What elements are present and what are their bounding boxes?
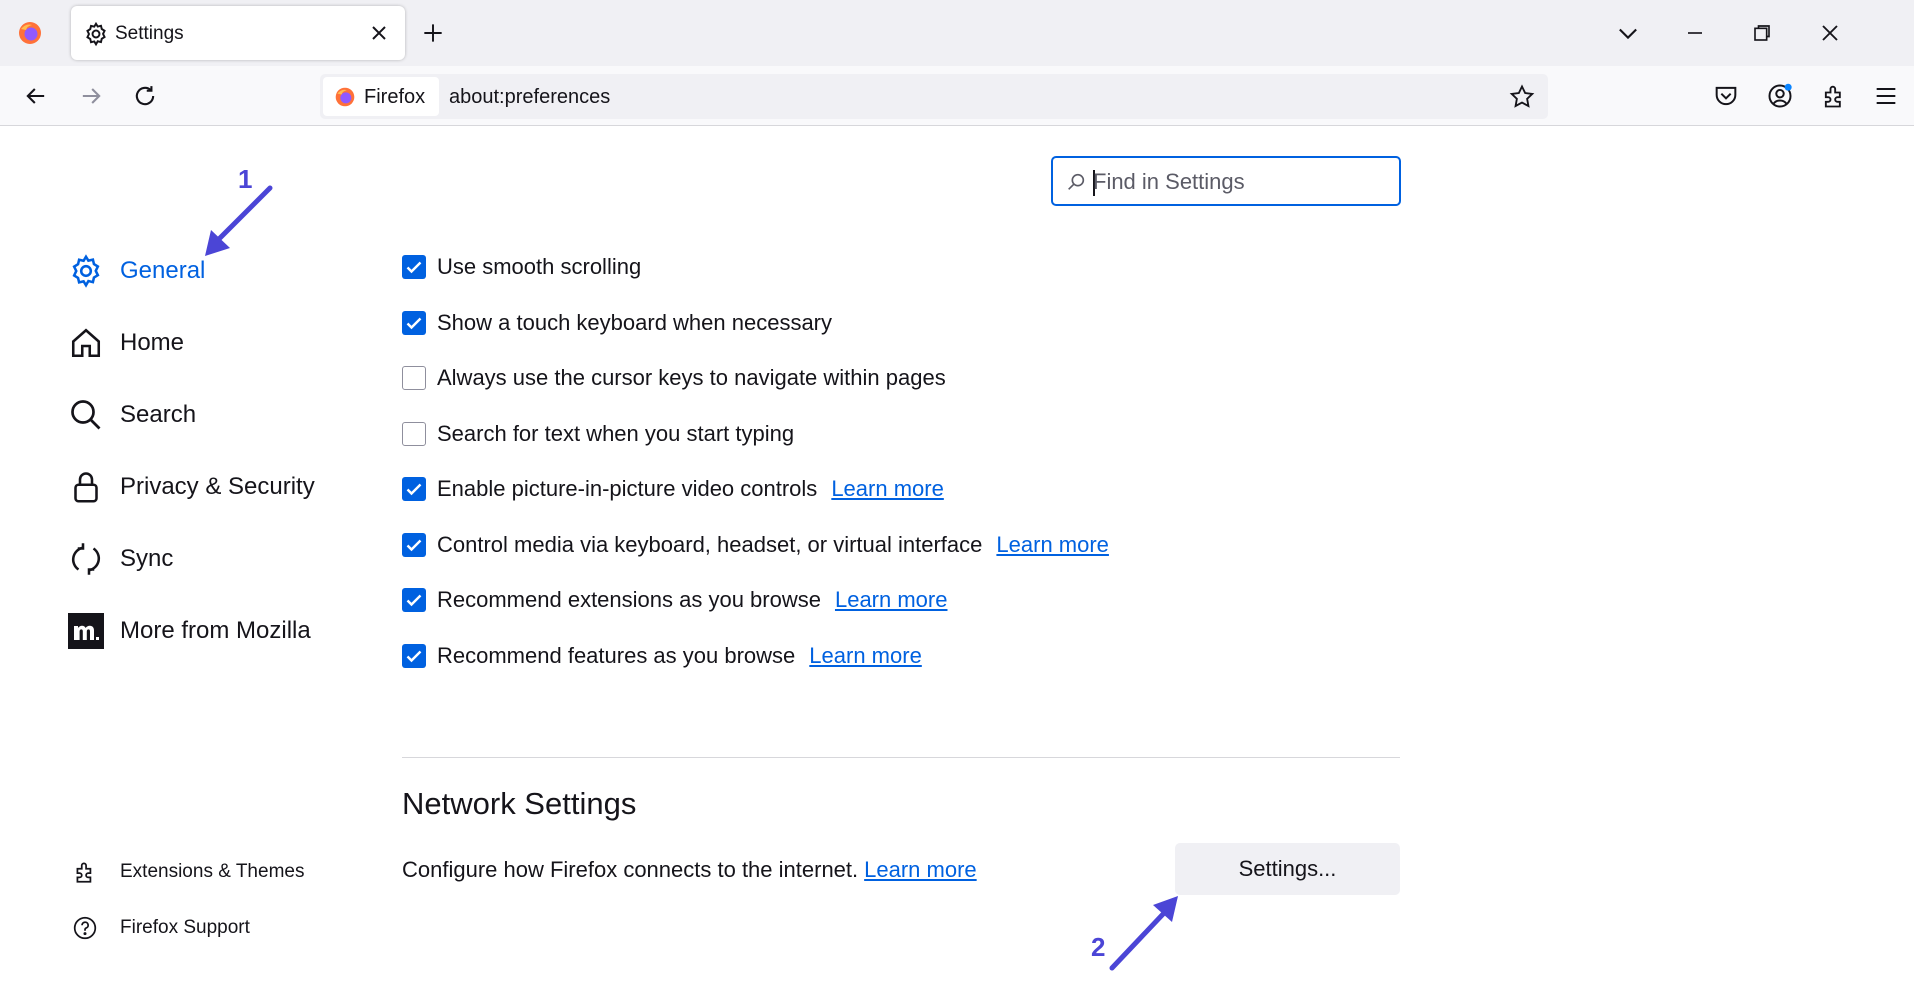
option-label: Show a touch keyboard when necessary [437,310,833,335]
option-label: Enable picture-in-picture video controls [437,476,818,501]
navigation-toolbar: Firefox about:preferences [0,66,1914,126]
network-settings-button[interactable]: Settings... [1175,843,1400,895]
restore-icon[interactable] [1748,19,1776,47]
checkbox-unchecked[interactable] [402,366,426,390]
learn-more-link[interactable]: Learn more [809,643,922,669]
learn-more-link[interactable]: Learn more [996,532,1109,558]
reload-icon[interactable] [131,82,159,110]
tab-settings[interactable]: Settings [71,6,405,60]
learn-more-link[interactable]: Learn more [831,476,944,502]
checkbox-unchecked[interactable] [402,422,426,446]
checkbox-checked[interactable] [402,644,426,668]
checkbox-checked[interactable] [402,533,426,557]
option-label: Control media via keyboard, headset, or … [437,532,983,557]
tab-strip: Settings [0,0,1914,66]
option-recommend-features[interactable]: Recommend features as you browse Learn m… [402,640,922,672]
extensions-themes-link[interactable]: Extensions & Themes [72,857,304,887]
search-icon [68,397,104,433]
checkbox-checked[interactable] [402,588,426,612]
category-privacy-security[interactable]: Privacy & Security [68,467,315,507]
category-label: General [120,257,206,284]
search-icon [1068,173,1085,190]
tab-title: Settings [115,23,184,44]
option-recommend-extensions[interactable]: Recommend extensions as you browse Learn… [402,584,947,616]
lock-icon [68,469,104,505]
section-divider [402,757,1400,758]
annotation-arrow-2 [1109,896,1178,971]
category-label: Privacy & Security [120,473,315,500]
gear-icon [68,253,104,289]
category-label: Search [120,401,197,428]
category-sync[interactable]: Sync [68,539,173,579]
home-icon [68,325,104,361]
option-label: Recommend features as you browse [437,643,796,668]
option-label: Always use the cursor keys to navigate w… [437,365,946,390]
pocket-icon[interactable] [1712,82,1740,110]
option-label: Search for text when you start typing [437,421,795,446]
identity-label: Firefox [364,86,426,108]
option-picture-in-picture[interactable]: Enable picture-in-picture video controls… [402,473,944,505]
find-in-settings-box[interactable] [1051,156,1401,206]
learn-more-link[interactable]: Learn more [835,587,948,613]
footer-label: Extensions & Themes [120,861,305,882]
checkbox-checked[interactable] [402,255,426,279]
annotation-number-1: 1 [238,164,253,194]
puzzle-icon [76,862,92,883]
url-bar[interactable]: Firefox about:preferences [320,74,1548,119]
category-search[interactable]: Search [68,395,196,435]
learn-more-link[interactable]: Learn more [864,857,977,882]
identity-box[interactable]: Firefox [323,77,439,116]
annotation-arrow-1 [205,185,273,256]
close-window-icon[interactable] [1816,19,1844,47]
sync-icon [68,541,104,577]
firefox-support-link[interactable]: Firefox Support [72,913,250,943]
category-label: Home [120,329,185,356]
checkbox-checked[interactable] [402,311,426,335]
mozilla-m-icon [68,613,104,649]
category-more-from-mozilla[interactable]: More from Mozilla [68,611,311,651]
option-smooth-scrolling[interactable]: Use smooth scrolling [402,251,641,283]
checkbox-checked[interactable] [402,477,426,501]
bookmark-star-icon[interactable] [1508,83,1536,111]
help-icon [73,916,97,940]
option-touch-keyboard[interactable]: Show a touch keyboard when necessary [402,307,832,339]
option-search-while-typing[interactable]: Search for text when you start typing [402,418,794,450]
category-label: More from Mozilla [120,617,311,644]
url-text[interactable]: about:preferences [449,86,610,109]
hamburger-menu-icon[interactable] [1872,82,1900,110]
close-tab-icon[interactable] [367,21,391,45]
list-all-tabs-chevron-icon[interactable] [1614,19,1642,47]
new-tab-icon[interactable] [420,20,446,46]
firefox-logo-icon[interactable] [17,20,43,46]
annotation-number-2: 2 [1091,932,1106,962]
option-label: Use smooth scrolling [437,254,642,279]
category-home[interactable]: Home [68,323,184,363]
network-settings-heading: Network Settings [402,786,637,821]
footer-label: Firefox Support [120,917,250,938]
option-media-control[interactable]: Control media via keyboard, headset, or … [402,529,1109,561]
option-label: Recommend extensions as you browse [437,587,821,612]
forward-arrow-icon[interactable] [77,82,105,110]
account-icon[interactable] [1766,82,1794,110]
category-label: Sync [120,545,174,572]
network-settings-description: Configure how Firefox connects to the in… [402,857,977,883]
option-cursor-keys[interactable]: Always use the cursor keys to navigate w… [402,362,946,394]
minimize-icon[interactable] [1681,19,1709,47]
gear-icon [86,21,106,47]
firefox-window: Settings Firefox about:preferences Find … [0,0,1914,1008]
network-description-text: Configure how Firefox connects to the in… [402,857,859,882]
find-in-settings-input[interactable] [1093,168,1393,196]
category-general[interactable]: General [68,251,205,291]
extensions-puzzle-icon[interactable] [1820,82,1848,110]
firefox-logo-icon [335,87,355,107]
back-arrow-icon[interactable] [22,82,50,110]
